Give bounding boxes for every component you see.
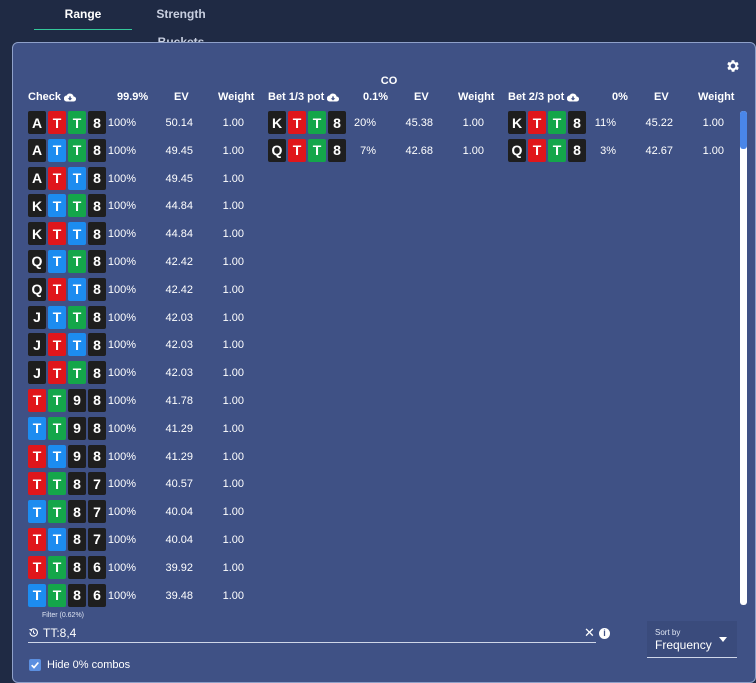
sort-value: Frequency	[655, 638, 712, 652]
bet-two-thirds-label: Bet 2/3 pot	[508, 91, 565, 103]
check-weight-header: Weight	[218, 91, 255, 103]
combo-weight: 1.00	[222, 283, 244, 296]
check-header: Check	[28, 91, 77, 103]
combo-weight: 1.00	[222, 172, 244, 185]
combo-weight: 1.00	[222, 367, 244, 380]
filter-input[interactable]	[43, 625, 563, 641]
bet-third-ev-header: EV	[414, 91, 429, 103]
combo-weight: 1.00	[462, 117, 484, 129]
check-ev-header: EV	[174, 91, 189, 103]
scrollbar-thumb[interactable]	[740, 111, 747, 149]
close-icon[interactable]: ✕	[584, 625, 595, 641]
tab-bar: Range Strength Buckets	[0, 0, 756, 49]
cloud-download-icon[interactable]	[64, 93, 77, 102]
combo-weight: 1.00	[222, 144, 244, 157]
combo-weight: 1.00	[222, 200, 244, 213]
scrollbar-track[interactable]	[740, 111, 747, 605]
bet-two-thirds-weight-header: Weight	[698, 91, 735, 103]
combo-weight: 1.00	[222, 311, 244, 324]
bet-third-freq-header: 0.1%	[363, 91, 389, 103]
bet-third-label: Bet 1/3 pot	[268, 91, 325, 103]
combo-weight: 1.00	[222, 589, 244, 602]
filter-field: ✕	[28, 625, 596, 643]
combo-weight: 1.00	[702, 117, 724, 129]
combo-weight: 1.00	[222, 561, 244, 574]
combo-weight: 1.00	[462, 144, 484, 157]
check-freq-header: 99.9%	[117, 91, 149, 103]
combo-weight: 1.00	[222, 506, 244, 519]
combo-weight: 1.00	[222, 255, 244, 268]
combo-weight: 1.00	[222, 228, 244, 241]
combo-weight: 1.00	[702, 144, 724, 157]
cloud-download-icon[interactable]	[567, 93, 580, 102]
combo-weight: 1.00	[222, 117, 244, 129]
position-label: CO	[380, 75, 398, 87]
sort-label: Sort by	[655, 628, 681, 637]
history-icon[interactable]	[28, 627, 39, 638]
cloud-download-icon[interactable]	[327, 93, 340, 102]
bet-two-thirds-header: Bet 2/3 pot	[508, 91, 580, 103]
hide-zero-toggle[interactable]: Hide 0% combos	[29, 659, 130, 671]
tab-strength-buckets[interactable]: Strength Buckets	[132, 0, 230, 49]
tab-range[interactable]: Range	[34, 0, 132, 30]
hide-zero-label: Hide 0% combos	[47, 659, 131, 671]
bet-two-thirds-ev-header: EV	[654, 91, 669, 103]
chevron-down-icon	[719, 637, 727, 642]
combo-weight: 1.00	[222, 533, 244, 546]
bet-two-thirds-freq-header: 0%	[612, 91, 628, 103]
combo-weight: 1.00	[222, 450, 244, 463]
hide-zero-checkbox[interactable]	[29, 659, 41, 671]
filter-label: Filter (0.62%)	[42, 612, 85, 619]
bet-third-header: Bet 1/3 pot	[268, 91, 340, 103]
bet-third-weight-header: Weight	[458, 91, 495, 103]
combo-weight: 1.00	[222, 339, 244, 352]
combo-weight: 1.00	[222, 394, 244, 407]
combo-weight: 1.00	[222, 422, 244, 435]
range-panel: CO Check 99.9% EV Weight Bet 1/3 pot 0.1…	[12, 42, 756, 683]
checkmark-icon	[31, 661, 39, 669]
info-icon[interactable]: i	[599, 628, 610, 639]
combo-weight: 1.00	[222, 478, 244, 491]
sort-select[interactable]: Sort by Frequency	[647, 621, 737, 658]
gear-icon[interactable]	[725, 58, 741, 74]
check-label: Check	[28, 91, 62, 103]
